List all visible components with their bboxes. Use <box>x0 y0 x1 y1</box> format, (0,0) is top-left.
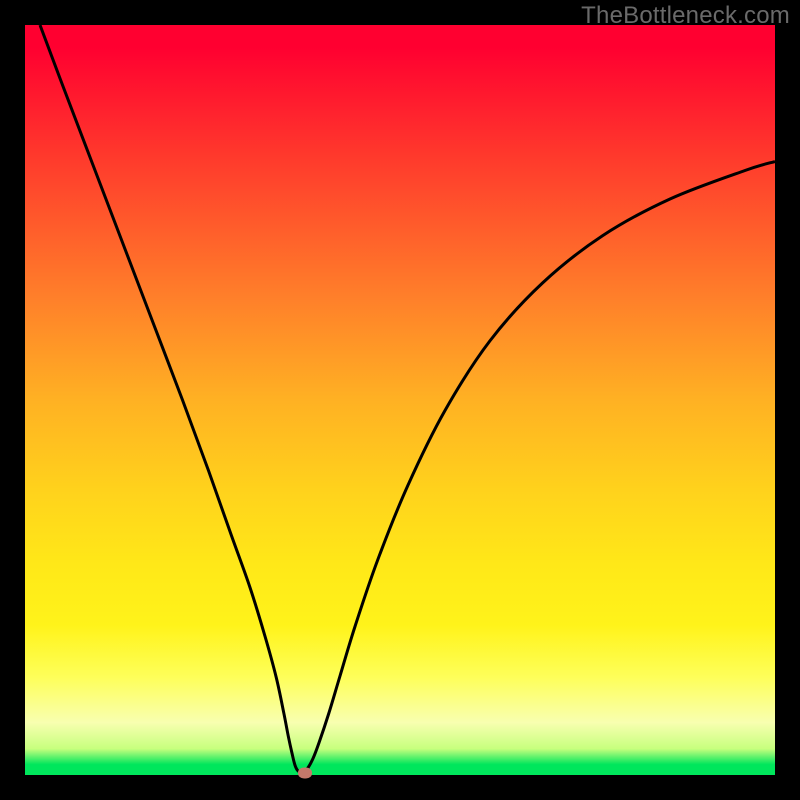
bottleneck-curve <box>40 25 775 772</box>
chart-frame: TheBottleneck.com <box>0 0 800 800</box>
optimum-marker <box>298 767 312 778</box>
curve-svg <box>25 25 775 775</box>
plot-area <box>25 25 775 775</box>
